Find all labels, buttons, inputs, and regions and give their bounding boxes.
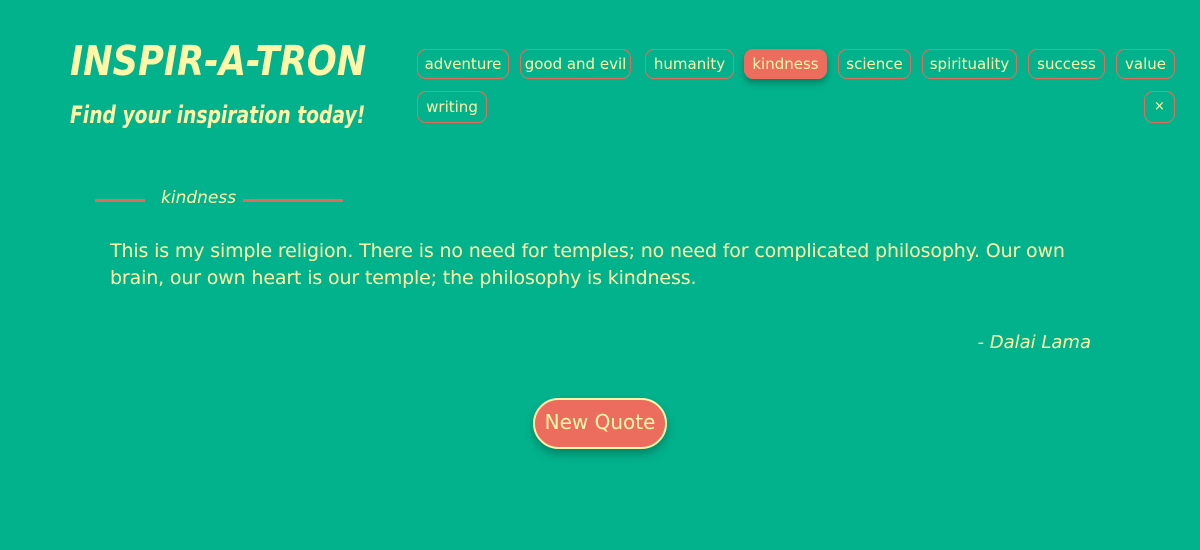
tag-writing[interactable]: writing — [417, 91, 487, 123]
category-rule-right — [243, 199, 343, 202]
page: INSPIR-A-TRON Find your inspiration toda… — [0, 0, 1200, 550]
tag-science[interactable]: science — [838, 49, 911, 79]
app-title: INSPIR-A-TRON — [70, 37, 367, 85]
brand-header: INSPIR-A-TRON Find your inspiration toda… — [70, 36, 370, 130]
clear-tag-button[interactable]: × — [1144, 91, 1175, 123]
tag-adventure[interactable]: adventure — [417, 49, 509, 79]
app-tagline: Find your inspiration today! — [70, 101, 366, 129]
quote-category: kindness — [95, 187, 343, 211]
quote-author: - Dalai Lama — [977, 332, 1091, 353]
category-label: kindness — [161, 188, 237, 208]
close-icon: × — [1154, 99, 1165, 114]
category-rule-left — [95, 199, 145, 202]
tag-good-and-evil[interactable]: good and evil — [520, 49, 631, 79]
new-quote-button[interactable]: New Quote — [533, 398, 667, 449]
tag-humanity[interactable]: humanity — [645, 49, 734, 79]
tag-spirituality[interactable]: spirituality — [922, 49, 1017, 79]
quote-text: This is my simple religion. There is no … — [110, 240, 1065, 289]
tag-success[interactable]: success — [1028, 49, 1105, 79]
tag-value[interactable]: value — [1116, 49, 1175, 79]
tag-kindness[interactable]: kindness — [744, 49, 827, 79]
